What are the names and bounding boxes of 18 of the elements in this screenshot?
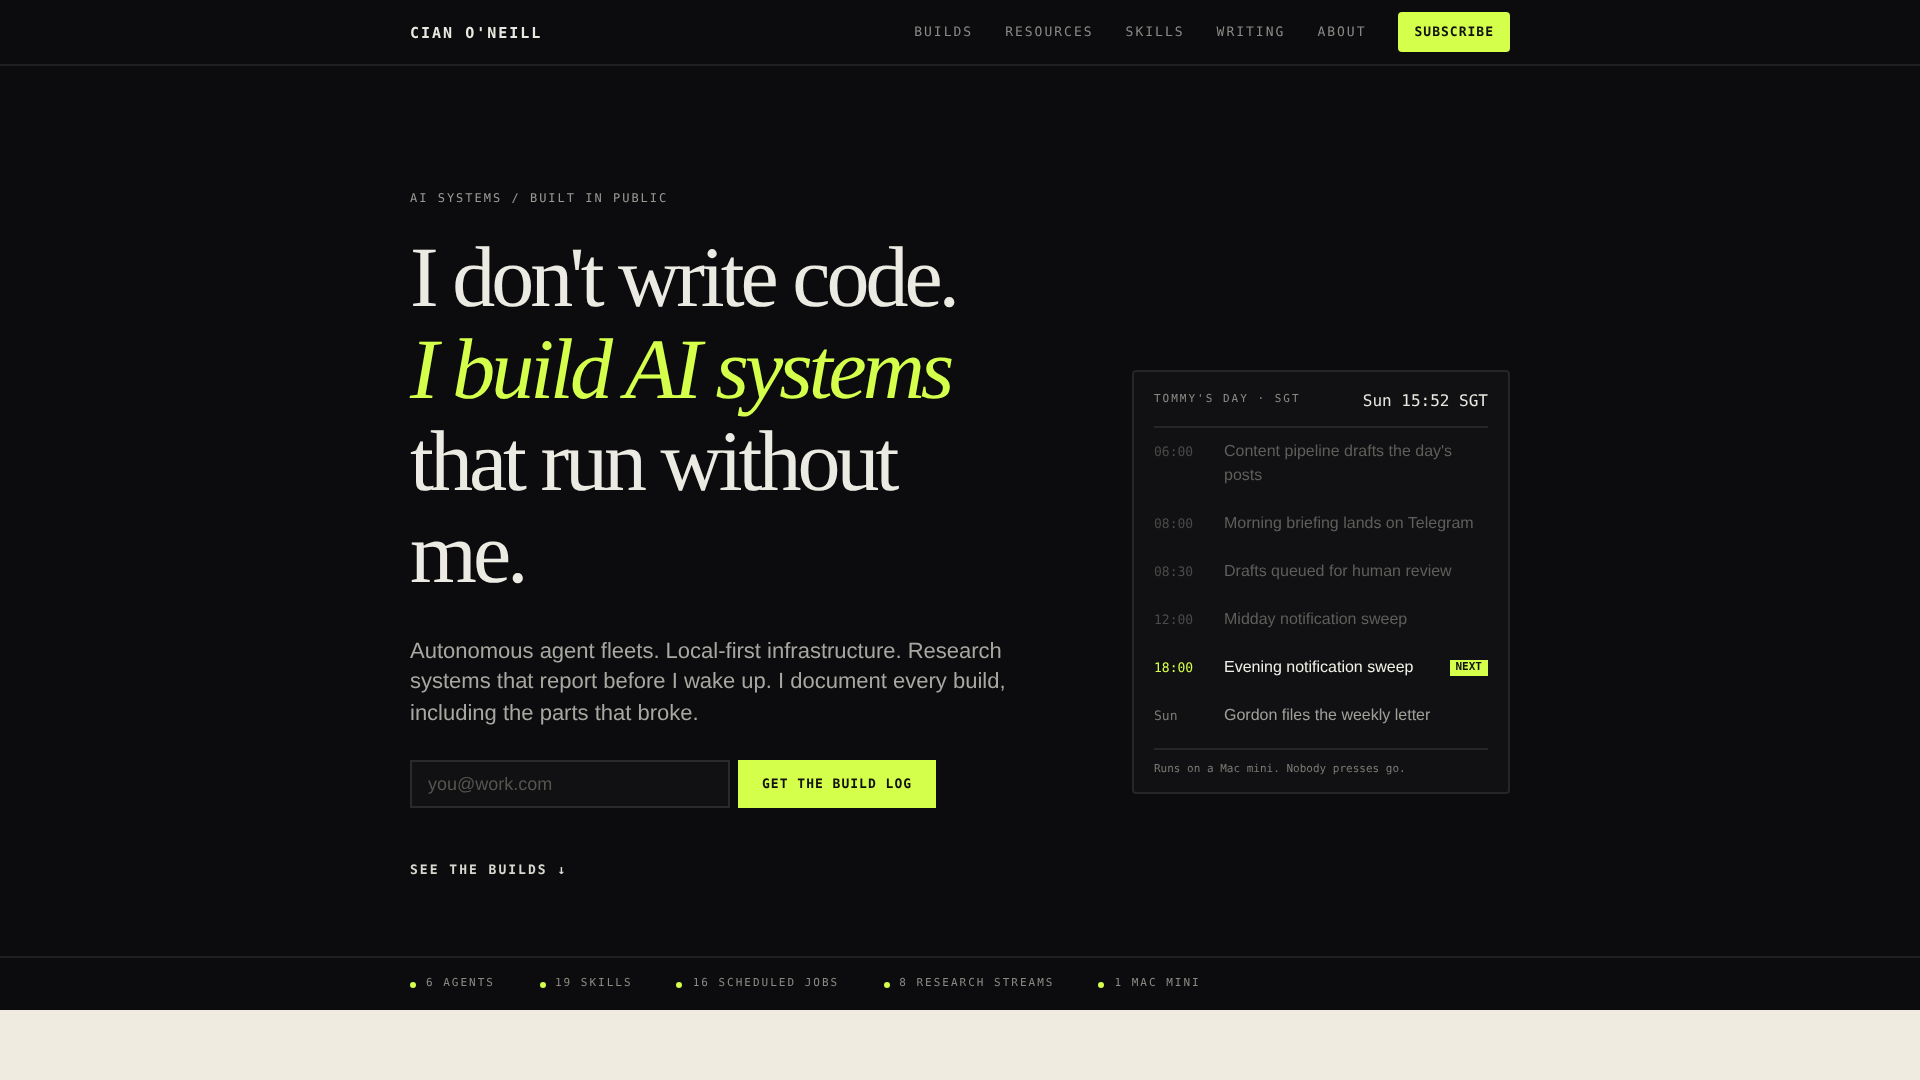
bullet-icon	[883, 981, 890, 987]
headline-line: that run without	[410, 417, 897, 510]
intro-paragraph: Autonomous agent fleets. Local-first infrastructure. Research systems that report before I wake up. I document every build, including the parts that broke.	[410, 637, 1008, 730]
schedule-task: Evening notification sweep	[1224, 655, 1416, 679]
schedule-task: Morning briefing lands on Telegram	[1224, 511, 1476, 535]
schedule-task: Drafts queued for human review	[1224, 559, 1454, 583]
schedule-task: Content pipeline drafts the day's posts	[1224, 439, 1455, 487]
clock-text: Sun 15:52 SGT	[1362, 391, 1488, 409]
bullet-icon	[539, 981, 545, 987]
email-field[interactable]: you@work.com	[410, 760, 730, 809]
schedule-task: Gordon files the weekly letter	[1224, 703, 1433, 727]
bullet-icon	[1098, 981, 1105, 987]
headline-line: me.	[410, 509, 527, 602]
headline-accent: I build AI systems	[410, 325, 954, 418]
bullet-icon	[676, 981, 683, 987]
schedule-task: Midday notification sweep	[1224, 607, 1410, 631]
bullet-icon	[410, 981, 416, 987]
headline-line: I don't write code.	[410, 233, 959, 326]
